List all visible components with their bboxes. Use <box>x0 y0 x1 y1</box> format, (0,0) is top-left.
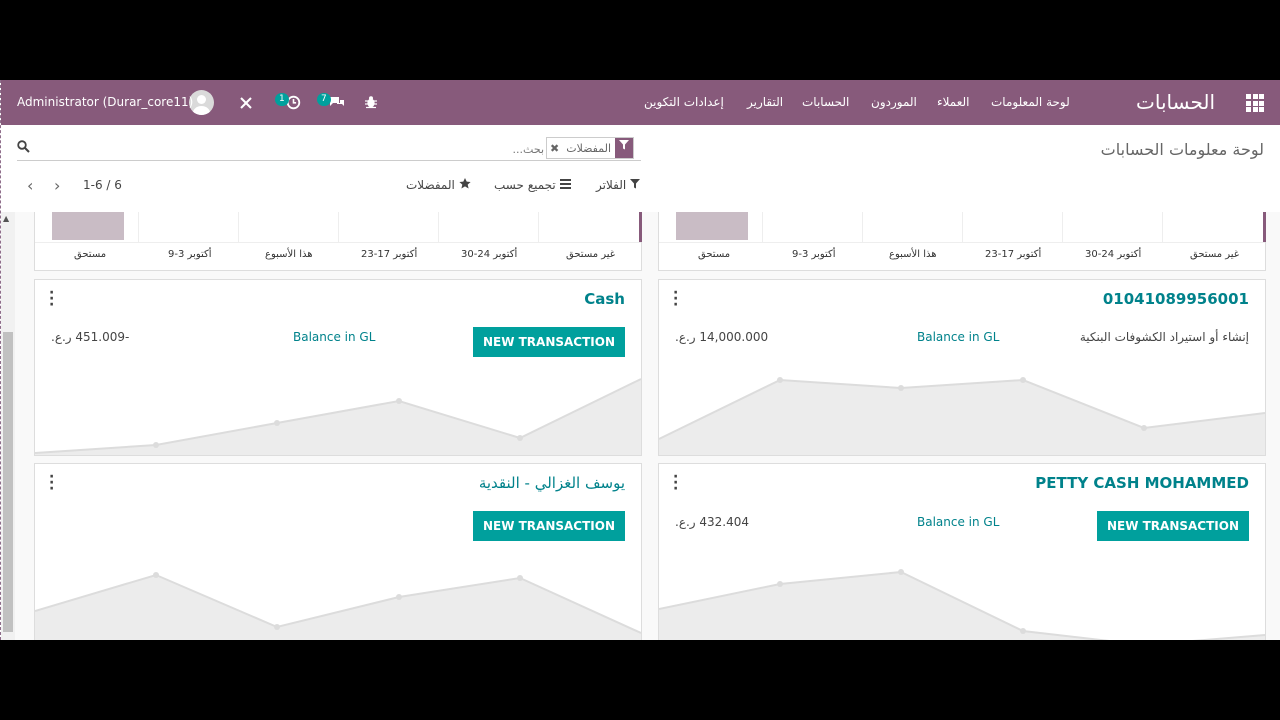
menu-configuration[interactable]: إعدادات التكوين <box>644 80 724 125</box>
messages-count-badge: 7 <box>317 93 331 106</box>
tick-due: مستحق <box>698 249 731 260</box>
new-transaction-button[interactable]: NEW TRANSACTION <box>472 327 625 357</box>
tick-oct-17-23: 23-17 أكتوبر <box>361 249 418 260</box>
journal-sparkline <box>35 378 641 455</box>
journal-title[interactable]: Cash <box>584 290 625 308</box>
journal-sparkline <box>659 377 1265 455</box>
journal-card-petty-cash: PETTY CASH MOHAMMED · · · NEW TRANSACTION … <box>658 463 1266 640</box>
tick-this-week: هذا الأسبوع <box>265 249 313 260</box>
group-by-label: تجميع حسب <box>494 178 556 192</box>
star-icon <box>459 178 471 189</box>
journal-title[interactable]: يوسف الغزالي - النقدية <box>479 474 625 492</box>
filter-funnel-icon <box>615 138 634 158</box>
facet-label: المفضلات <box>566 141 612 155</box>
scroll-thumb[interactable] <box>3 332 13 632</box>
more-options-icon[interactable]: · · · <box>673 470 678 496</box>
chart-bar[interactable] <box>676 212 748 240</box>
scroll-up-icon[interactable]: ▲ <box>3 214 9 223</box>
journal-card-cash: Cash · · · NEW TRANSACTION Balance in GL -… <box>34 279 642 456</box>
tick-oct-24-30: 30-24 أكتوبر <box>1085 249 1142 260</box>
more-options-icon[interactable]: · · · <box>49 470 54 496</box>
more-options-icon[interactable]: · · · <box>673 286 678 312</box>
favorites-label: المفضلات <box>406 178 455 192</box>
favorites-button[interactable]: المفضلات <box>406 178 471 192</box>
user-name[interactable]: Administrator (Durar_core11) <box>17 80 193 125</box>
group-by-button[interactable]: تجميع حسب <box>494 178 571 192</box>
balance-gl-label[interactable]: Balance in GL <box>917 330 999 344</box>
pager-next-icon[interactable]: › <box>54 176 60 195</box>
chart-bar[interactable] <box>52 212 124 240</box>
filter-funnel-icon <box>630 179 641 189</box>
list-bars-icon <box>559 179 571 189</box>
chart-accent-bar <box>1263 212 1266 242</box>
app-brand[interactable]: الحسابات <box>1136 80 1215 125</box>
filters-button[interactable]: الفلاتر <box>596 178 641 192</box>
more-options-icon[interactable]: · · · <box>49 286 54 312</box>
favorites-facet[interactable]: المفضلات ✖ <box>546 137 635 159</box>
filters-label: الفلاتر <box>596 178 627 192</box>
tick-oct-24-30: 30-24 أكتوبر <box>461 249 518 260</box>
facet-remove-icon[interactable]: ✖ <box>547 142 562 155</box>
odoo-window: الحسابات لوحة المعلومات العملاء الموردون… <box>0 80 1280 640</box>
journal-title[interactable]: PETTY CASH MOHAMMED <box>1035 474 1249 492</box>
tick-not-due: غير مستحق <box>566 249 616 260</box>
tick-not-due: غير مستحق <box>1190 249 1240 260</box>
dashboard-content: ▲ مستحق 9-3 أكتوبر هذا الأسبوع 23-17 أكت… <box>1 212 1280 640</box>
balance-gl-label[interactable]: Balance in GL <box>917 515 999 529</box>
activity-count-badge: 1 <box>275 93 289 106</box>
journal-sparkline <box>35 572 641 640</box>
menu-vendors[interactable]: الموردون <box>871 80 917 125</box>
tools-icon[interactable] <box>239 96 253 110</box>
top-navbar: الحسابات لوحة المعلومات العملاء الموردون… <box>1 80 1280 125</box>
journal-card-bank: 01041089956001 · · · إنشاء أو استيراد الكش… <box>658 279 1266 456</box>
balance-gl-value: -451.009 ر.ع. <box>51 330 130 344</box>
messages-icon[interactable] <box>329 95 345 109</box>
aged-chart-left: مستحق 9-3 أكتوبر هذا الأسبوع 23-17 أكتوب… <box>34 212 642 271</box>
balance-gl-value: 14,000.000 ر.ع. <box>675 330 769 344</box>
menu-reports[interactable]: التقارير <box>747 80 783 125</box>
pager-value[interactable]: 1-6 / 6 <box>83 178 122 192</box>
pager-prev-icon[interactable]: ‹ <box>27 176 33 195</box>
tick-oct-3-9: 9-3 أكتوبر <box>792 249 836 260</box>
menu-customers[interactable]: العملاء <box>937 80 970 125</box>
aged-chart-right: مستحق 9-3 أكتوبر هذا الأسبوع 23-17 أكتوب… <box>658 212 1266 271</box>
create-import-statements-link[interactable]: إنشاء أو استيراد الكشوفات البنكية <box>1080 330 1249 344</box>
menu-dashboard[interactable]: لوحة المعلومات <box>991 80 1070 125</box>
balance-gl-value: 432.404 ر.ع. <box>675 515 750 529</box>
apps-menu-icon[interactable] <box>1246 94 1264 112</box>
balance-gl-label[interactable]: Balance in GL <box>293 330 375 344</box>
search-input[interactable] <box>457 138 546 160</box>
search-icon[interactable] <box>17 140 30 157</box>
chart-accent-bar <box>639 212 642 242</box>
scrollbar[interactable]: ▲ <box>1 212 15 640</box>
search-bar: المفضلات ✖ <box>17 136 641 161</box>
debug-bug-icon[interactable] <box>364 95 378 109</box>
journal-card-yousef-cash: يوسف الغزالي - النقدية · · · NEW TRANSACTI… <box>34 463 642 640</box>
tick-oct-3-9: 9-3 أكتوبر <box>168 249 212 260</box>
journal-sparkline <box>659 569 1265 640</box>
menu-accounting[interactable]: الحسابات <box>802 80 849 125</box>
tick-oct-17-23: 23-17 أكتوبر <box>985 249 1042 260</box>
tick-due: مستحق <box>74 249 107 260</box>
journal-title[interactable]: 01041089956001 <box>1103 290 1249 308</box>
tick-this-week: هذا الأسبوع <box>889 249 937 260</box>
page-title: لوحة معلومات الحسابات <box>1100 140 1264 159</box>
